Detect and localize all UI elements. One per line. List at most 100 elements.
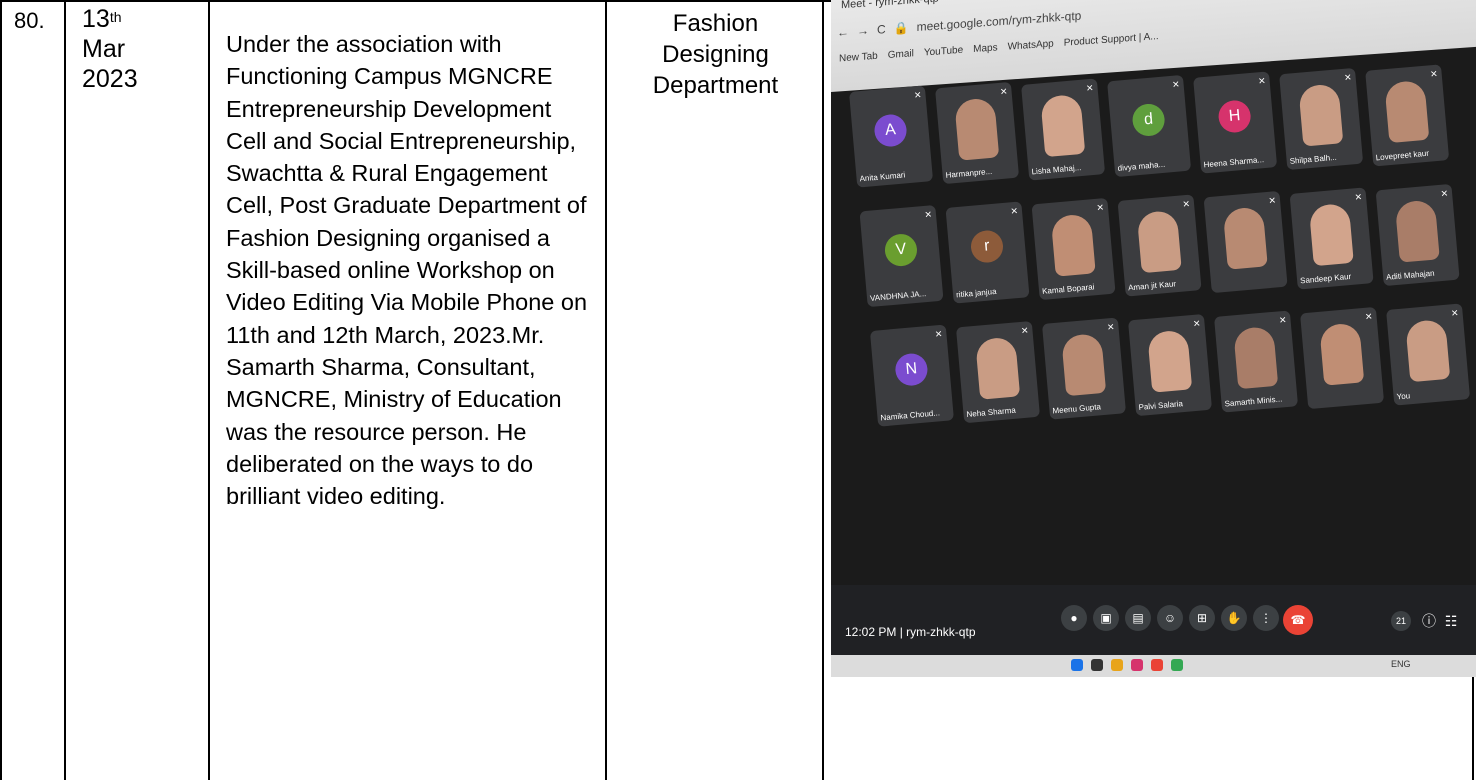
participant-tile: ✕ Lisha Mahaj...	[1021, 78, 1106, 181]
taskbar-app-icon	[1111, 659, 1123, 671]
participant-name: Lovepreet kaur	[1375, 148, 1430, 163]
more-options-icon: ⋮	[1253, 605, 1279, 631]
participant-video	[1319, 322, 1365, 386]
participant-tile: ✕ Neha Sharma	[955, 320, 1041, 424]
participant-video	[1298, 83, 1344, 147]
mic-muted-icon: ✕	[1106, 321, 1115, 333]
mic-muted-icon: ✕	[999, 86, 1008, 97]
participant-avatar: V	[883, 232, 919, 268]
participant-name: Kamal Boparai	[1041, 282, 1095, 296]
participant-avatar: r	[969, 229, 1005, 264]
participant-tile: ✕ You	[1386, 303, 1471, 406]
participant-grid: ✕ A Anita Kumari ✕ Harmanpre... ✕ Lisha Mahaj.…	[849, 39, 1476, 570]
participant-tile: ✕ Aditi Mahajan	[1375, 183, 1460, 287]
participant-name: VANDHNA JA...	[869, 289, 927, 303]
participant-name: divya maha...	[1117, 159, 1166, 173]
taskbar-app-icon	[1071, 659, 1083, 671]
url-text: meet.google.com/rym-zhkk-qtp	[916, 8, 1082, 35]
participant-tile: ✕ r ritika janjua	[945, 201, 1030, 304]
bookmark-item: New Tab	[839, 50, 878, 65]
participant-name: Samarth Minis...	[1224, 394, 1283, 409]
participant-tile: ✕ Samarth Minis...	[1214, 310, 1299, 413]
participant-name: Sandeep Kaur	[1299, 271, 1352, 286]
mic-muted-icon: ✕	[1268, 195, 1277, 206]
participant-name: Anita Kumari	[859, 170, 906, 184]
participant-name: Aman jit Kaur	[1127, 279, 1177, 293]
mic-muted-icon: ✕	[1429, 68, 1439, 80]
participant-name: Aditi Mahajan	[1385, 268, 1435, 282]
meeting-time: 12:02 PM | rym-zhkk-qtp	[845, 625, 976, 639]
participant-video	[1308, 202, 1354, 267]
mic-muted-icon: ✕	[1354, 191, 1363, 203]
serial-cell: 80.	[0, 0, 64, 780]
department-line: Fashion	[672, 10, 759, 37]
mic-icon: ●	[1061, 605, 1087, 631]
mic-muted-icon: ✕	[1182, 198, 1191, 210]
taskbar-app-icon	[1091, 659, 1103, 671]
bookmark-item: Product Support | A...	[1063, 31, 1159, 49]
participant-tile: ✕ V VANDHNA JA...	[859, 204, 944, 308]
participant-name: Namika Choud...	[880, 408, 941, 423]
meeting-screenshot-photo: Meet - rym-zhkk-qtp ← → C 🔒 meet.google.…	[831, 0, 1476, 677]
participant-video	[1405, 318, 1451, 383]
participant-avatar: N	[894, 352, 929, 387]
participant-video	[1233, 325, 1279, 390]
date-cell: 13th Mar 2023	[64, 0, 208, 780]
participant-name: ritika janjua	[955, 286, 997, 300]
taskbar-app-icon	[1151, 659, 1163, 671]
forward-icon: →	[857, 23, 869, 39]
mic-muted-icon: ✕	[913, 89, 922, 101]
participant-tile: ✕	[1203, 190, 1288, 294]
participant-count: 21	[1391, 611, 1411, 631]
participant-tile: ✕ d divya maha...	[1107, 74, 1192, 178]
reload-icon: C	[877, 22, 886, 37]
end-call-icon: ☎	[1283, 605, 1313, 635]
participant-tile: ✕ A Anita Kumari	[849, 85, 934, 188]
mic-muted-icon: ✕	[1192, 318, 1201, 329]
raise-hand-icon: ✋	[1221, 605, 1247, 631]
participant-video	[1147, 329, 1193, 393]
mic-muted-icon: ✕	[1257, 75, 1267, 87]
participant-tile: ✕ N Namika Choud...	[869, 324, 954, 427]
os-taskbar: ENG	[831, 655, 1476, 677]
mic-muted-icon: ✕	[1278, 314, 1287, 326]
mic-muted-icon: ✕	[1020, 325, 1029, 336]
lock-icon: 🔒	[893, 20, 909, 36]
participant-video	[1394, 199, 1440, 263]
serial-number: 80.	[14, 8, 45, 33]
participant-tile: ✕ Shilpa Balh...	[1279, 67, 1364, 171]
participant-video	[1222, 206, 1268, 270]
department-cell: Fashion Designing Department	[605, 0, 822, 780]
participant-tile: ✕ Palvi Salaria	[1127, 313, 1213, 417]
participant-video	[954, 97, 1000, 161]
participant-video	[1384, 79, 1430, 144]
back-icon: ←	[837, 24, 849, 40]
participant-video	[1061, 332, 1107, 397]
mic-muted-icon: ✕	[1364, 311, 1373, 322]
event-date: 13th Mar 2023	[82, 4, 138, 94]
meeting-controls: 12:02 PM | rym-zhkk-qtp ● ▣ ▤ ☺ ⊞ ✋ ⋮ ☎ …	[831, 585, 1476, 655]
participant-video	[1050, 213, 1096, 277]
participant-tile: ✕ Harmanpre...	[935, 81, 1020, 185]
taskbar-language: ENG	[1391, 659, 1411, 669]
department-line: Designing	[662, 41, 769, 68]
mic-muted-icon: ✕	[1010, 205, 1019, 217]
participant-name: Palvi Salaria	[1138, 399, 1184, 412]
emoji-icon: ☺	[1157, 605, 1183, 631]
date-year: 2023	[82, 65, 138, 93]
bookmark-item: YouTube	[923, 44, 964, 59]
mic-muted-icon: ✕	[934, 328, 943, 340]
address-bar: ← → C 🔒 meet.google.com/rym-zhkk-qtp	[837, 8, 1081, 39]
date-suffix: th	[109, 9, 122, 25]
info-icon: ⓘ	[1422, 613, 1436, 629]
participant-name: Meenu Gupta	[1052, 402, 1102, 416]
participant-name: Harmanpre...	[945, 166, 993, 180]
participant-avatar: A	[873, 113, 908, 148]
participant-avatar: d	[1131, 102, 1166, 138]
present-icon: ⊞	[1189, 605, 1215, 631]
taskbar-app-icon	[1171, 659, 1183, 671]
participant-name: Neha Sharma	[966, 405, 1017, 419]
mic-muted-icon: ✕	[1171, 79, 1181, 90]
bookmark-item: WhatsApp	[1007, 38, 1054, 53]
participant-name: Shilpa Balh...	[1289, 152, 1338, 166]
